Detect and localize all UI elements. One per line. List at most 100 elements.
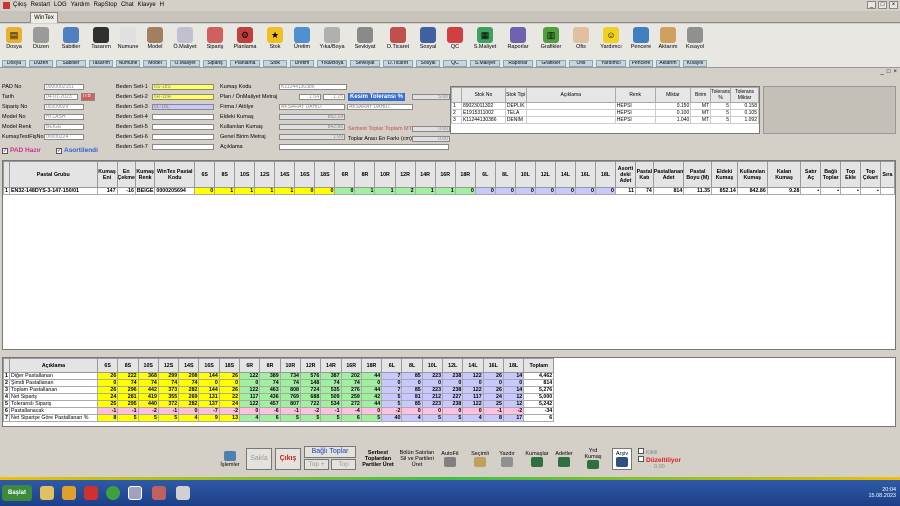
grid-header-cell[interactable]: En Çekme bbox=[116, 161, 136, 188]
grid-cell[interactable]: 9.28 bbox=[766, 187, 802, 195]
model-no-field[interactable]: HI LASH bbox=[44, 114, 84, 120]
top-cikar-button[interactable]: Top bbox=[331, 459, 356, 470]
media-taskbar-icon[interactable] bbox=[84, 486, 98, 500]
asortilendi-checkbox[interactable]: ✓ bbox=[56, 147, 62, 154]
grid-header-cell[interactable]: 8L bbox=[494, 161, 516, 188]
minimize-icon[interactable]: _ bbox=[867, 1, 876, 9]
arsiv-button[interactable]: Arşiv bbox=[612, 448, 632, 470]
grid-header-cell[interactable]: 6L bbox=[474, 161, 496, 188]
ribbon-raporlar-button[interactable]: Raporlar Raporlar bbox=[503, 24, 533, 68]
beden-seti-field[interactable]: 6S-18S bbox=[152, 84, 214, 90]
ribbon-dropdown[interactable]: Sosyal bbox=[416, 60, 440, 67]
grid-cell[interactable]: ▪ bbox=[800, 187, 822, 195]
stock-row[interactable]: 1 89023011302 DEPLIK HEPSI 0.150 MT 5 0.158 bbox=[451, 102, 759, 110]
aciklama-field[interactable] bbox=[279, 144, 449, 150]
grid-cell[interactable]: 1 bbox=[254, 187, 276, 195]
beden-seti-field[interactable] bbox=[152, 114, 214, 120]
grid-cell[interactable]: 2 bbox=[394, 187, 416, 195]
grid-cell[interactable]: 0 bbox=[534, 187, 556, 195]
ribbon-stok-button[interactable]: ★ Stok Stok bbox=[263, 24, 287, 68]
grid-header-cell[interactable]: 14L bbox=[554, 161, 576, 188]
grid-cell[interactable]: ▪ bbox=[840, 187, 861, 195]
beden-seti-field[interactable] bbox=[152, 144, 214, 150]
pad-no-field[interactable]: 0000002151 bbox=[44, 84, 84, 90]
grid-cell[interactable]: 0 bbox=[294, 187, 316, 195]
ribbon-üretim-button[interactable]: Üretim Üretim bbox=[290, 24, 314, 68]
menu-klavye[interactable]: Klavye bbox=[138, 2, 156, 8]
grid-cell[interactable]: -16 bbox=[116, 187, 136, 195]
pad-hazir-checkbox[interactable]: ✓ bbox=[2, 147, 8, 154]
grid-header-cell[interactable]: Kumaş Eni bbox=[96, 161, 118, 188]
grid-header-cell[interactable]: Pastallanan Adet bbox=[652, 161, 685, 188]
kumas-kodu-field[interactable]: K11244130386 bbox=[279, 84, 347, 90]
grid-header-cell[interactable]: 18R bbox=[454, 161, 476, 188]
grid-cell[interactable]: 0 bbox=[474, 187, 496, 195]
grid-header-cell[interactable]: 14S bbox=[274, 161, 296, 188]
ribbon-d-ticaret-button[interactable]: D.Ticaret D.Ticaret bbox=[383, 24, 413, 68]
app-icon[interactable] bbox=[3, 1, 10, 9]
atolye-field[interactable]: AKSARAY DAHİLİ bbox=[347, 104, 413, 110]
app-taskbar-icon[interactable] bbox=[152, 486, 166, 500]
ribbon-dropdown[interactable]: Yıka/Boya bbox=[317, 60, 347, 67]
grid-header-cell[interactable]: Top Ekle bbox=[840, 161, 861, 188]
grid-header-cell[interactable]: WinTex Pastal Kodu bbox=[154, 161, 196, 188]
ribbon-dropdown[interactable]: Planlama bbox=[230, 60, 260, 67]
summary-row[interactable]: 7 Net Siparişe Göre Pastallanan % 8 5 5 5 4 9 13… bbox=[3, 414, 555, 422]
beden-seti-field[interactable] bbox=[152, 134, 214, 140]
firma-field[interactable]: AKSARAY DAHİLİ bbox=[279, 104, 345, 110]
grid-cell[interactable]: ▪ bbox=[820, 187, 842, 195]
grid-cell[interactable]: 1 bbox=[354, 187, 376, 195]
explorer-taskbar-icon[interactable] bbox=[62, 486, 76, 500]
ribbon-s-maliyet-button[interactable]: ▦ S.Maliyet S.Maliyet bbox=[470, 24, 500, 68]
ribbon-dropdown[interactable]: D.Ticaret bbox=[383, 60, 413, 67]
grid-header-cell[interactable]: 12S bbox=[254, 161, 276, 188]
islemler-button[interactable]: İşlemler bbox=[218, 448, 242, 470]
grid-cell[interactable]: 0 bbox=[494, 187, 516, 195]
ribbon-sosyal-button[interactable]: Sosyal Sosyal bbox=[416, 24, 440, 68]
chrome-taskbar-icon[interactable] bbox=[106, 486, 120, 500]
model-renk-field[interactable]: BEIGE bbox=[44, 124, 84, 130]
grid-cell[interactable]: BEIGE bbox=[134, 187, 156, 195]
menu-chat[interactable]: Chat bbox=[121, 2, 134, 8]
bagli-toplar-button[interactable]: Bağlı Toplar bbox=[304, 446, 356, 458]
kumas-test-field[interactable]: 00000224 bbox=[44, 134, 84, 140]
ribbon-dropdown[interactable]: Ö.Maliyet bbox=[170, 60, 200, 67]
menu-log[interactable]: LOG bbox=[54, 2, 67, 8]
yrd-kumas-button[interactable]: Yrd Kumaş bbox=[580, 448, 606, 470]
ribbon-model-button[interactable]: Model Model bbox=[143, 24, 167, 68]
grid-cell[interactable]: 852.14 bbox=[711, 187, 738, 195]
grid-cell[interactable]: 1 bbox=[214, 187, 236, 195]
grid-cell[interactable]: 0000205694 bbox=[154, 187, 196, 195]
ribbon-dropdown[interactable]: Üretim bbox=[290, 60, 314, 67]
maximize-icon[interactable]: □ bbox=[878, 1, 887, 9]
ribbon-grafikler-button[interactable]: ▥ Grafikler Grafikler bbox=[536, 24, 566, 68]
ribbon-dropdown[interactable]: QC bbox=[443, 60, 467, 67]
grid-header-cell[interactable]: 12R bbox=[394, 161, 416, 188]
grid-cell[interactable]: EN32-148DYS-3-147-150/01 bbox=[8, 187, 98, 195]
grid-header-cell[interactable]: Pastal Katı bbox=[634, 161, 654, 188]
onmaliyet-metraj-field[interactable]: 1.15 bbox=[323, 94, 345, 100]
ribbon-kısayol-button[interactable]: Kısayol Kısayol bbox=[683, 24, 707, 68]
grid-cell[interactable] bbox=[879, 187, 895, 195]
grid-header-cell[interactable]: 8S bbox=[214, 161, 236, 188]
top-ekle-button[interactable]: Top + bbox=[304, 459, 329, 470]
secimli-button[interactable]: Seçimli bbox=[469, 448, 491, 470]
cikis-button[interactable]: Çıkış bbox=[275, 448, 301, 470]
grid-header-cell[interactable]: 18L bbox=[594, 161, 617, 188]
asortilendi-check[interactable]: ✓ Asortilendi bbox=[56, 147, 98, 154]
stock-row[interactable]: 3 K11244130386 DENIM HEPSI 1.040 MT 5 1.092 bbox=[451, 116, 759, 124]
folder-taskbar-icon[interactable] bbox=[40, 486, 54, 500]
ribbon-sevkiyat-button[interactable]: Sevkiyat Sevkiyat bbox=[350, 24, 380, 68]
grid-cell[interactable]: 1 bbox=[234, 187, 256, 195]
grid-header-cell[interactable]: Kumaş Renk bbox=[134, 161, 156, 188]
ribbon-ö-maliyet-button[interactable]: Ö.Maliyet Ö.Maliyet bbox=[170, 24, 200, 68]
ribbon-dropdown[interactable]: Düzen bbox=[29, 60, 53, 67]
grid-header-cell[interactable]: Pastal Grubu bbox=[8, 161, 98, 188]
tarih-button[interactable]: ITB bbox=[81, 93, 95, 101]
grid-cell[interactable]: 0 bbox=[574, 187, 596, 195]
ribbon-dropdown[interactable]: Model bbox=[143, 60, 167, 67]
grid-cell[interactable]: 0 bbox=[454, 187, 476, 195]
grid-cell[interactable]: 1 bbox=[374, 187, 396, 195]
menu-yardim[interactable]: Yardım bbox=[71, 2, 90, 8]
beden-seti-field[interactable]: 6R-18R bbox=[152, 94, 214, 100]
